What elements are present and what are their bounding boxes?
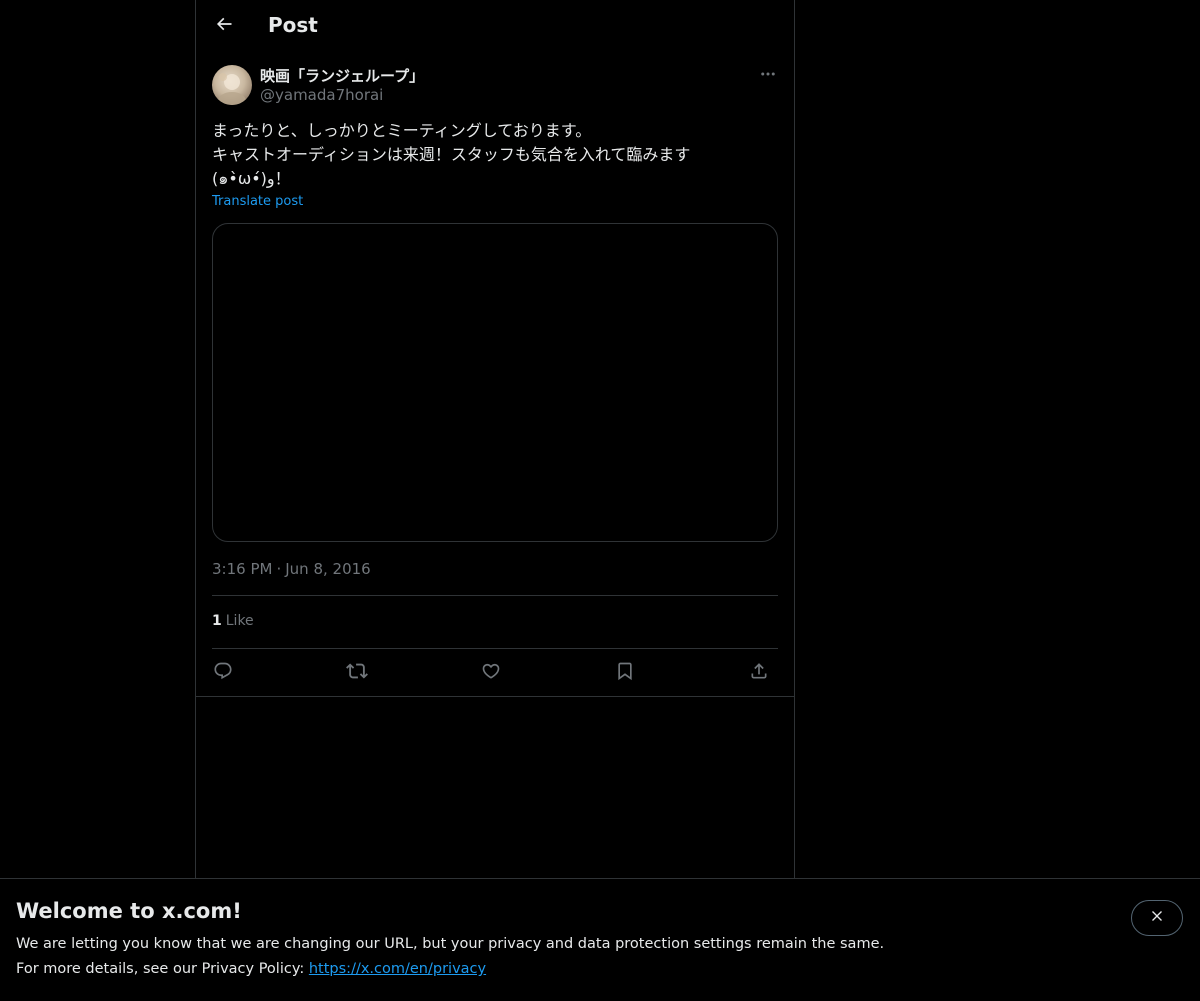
divider [212, 595, 778, 596]
url-change-banner: Welcome to x.com! We are letting you kno… [0, 878, 1200, 1001]
main-column: Post 映画「ランジェループ」 @yamada7horai まったりと、しっか… [195, 0, 795, 878]
post-text-line: まったりと、しっかりとミーティングしております。 [212, 121, 592, 140]
divider [196, 696, 794, 697]
like-button[interactable] [475, 657, 507, 689]
more-options-button[interactable] [756, 64, 780, 88]
likes-stat[interactable]: 1 Like [212, 613, 254, 629]
page-header: Post [196, 0, 794, 53]
banner-privacy-line: For more details, see our Privacy Policy… [16, 961, 486, 977]
post-time: 3:16 PM [212, 560, 273, 578]
close-banner-button[interactable] [1131, 900, 1183, 936]
banner-message: We are letting you know that we are chan… [16, 936, 885, 952]
reply-button[interactable] [207, 657, 239, 689]
author-handle[interactable]: @yamada7horai [260, 86, 383, 104]
divider [212, 648, 778, 649]
post-text: まったりと、しっかりとミーティングしております。 キャストオーディションは来週！… [212, 119, 778, 191]
banner-privacy-text: For more details, see our Privacy Policy… [16, 961, 309, 977]
translate-post-link[interactable]: Translate post [212, 194, 303, 209]
share-button[interactable] [743, 657, 775, 689]
post-media[interactable] [212, 223, 778, 542]
repost-icon [346, 660, 368, 686]
repost-button[interactable] [341, 657, 373, 689]
likes-count: 1 [212, 613, 222, 629]
bookmark-button[interactable] [609, 657, 641, 689]
post-date: Jun 8, 2016 [285, 560, 371, 578]
post-timestamp[interactable]: 3:16 PM · Jun 8, 2016 [212, 560, 371, 578]
likes-label: Like [225, 613, 254, 629]
post-text-line: (๑•̀ω•́)و！ [212, 169, 291, 188]
post-text-line: キャストオーディションは来週！スタッフも気合を入れて臨みます [212, 145, 691, 164]
share-icon [749, 661, 769, 685]
like-icon [481, 661, 501, 685]
author-display-name[interactable]: 映画「ランジェループ」 [260, 65, 424, 86]
separator: · [276, 560, 282, 578]
privacy-policy-link[interactable]: https://x.com/en/privacy [309, 961, 486, 977]
post-actions [212, 657, 778, 689]
avatar[interactable] [212, 65, 252, 105]
arrow-left-icon [214, 14, 234, 38]
banner-title: Welcome to x.com! [16, 899, 242, 923]
page-title: Post [268, 13, 318, 37]
reply-icon [213, 661, 233, 685]
back-button[interactable] [206, 8, 242, 44]
close-icon [1149, 908, 1165, 928]
more-horizontal-icon [759, 65, 777, 87]
bookmark-icon [615, 661, 635, 685]
